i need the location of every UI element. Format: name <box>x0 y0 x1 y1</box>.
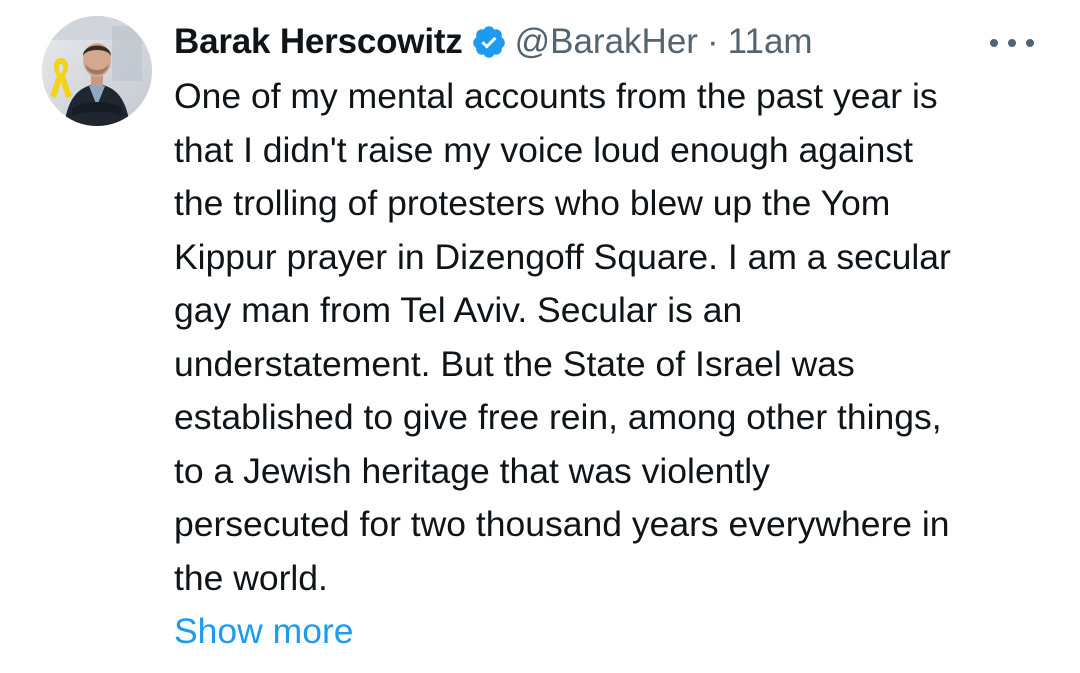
tweet-content: Barak Herscowitz @BarakHer · 11am One of… <box>174 14 1044 659</box>
tweet[interactable]: Barak Herscowitz @BarakHer · 11am One of… <box>0 0 1080 673</box>
tweet-text-line: One of my mental accounts from the past … <box>174 76 938 116</box>
tweet-text-line: gay man from Tel Aviv. Secular is an <box>174 290 743 330</box>
display-name[interactable]: Barak Herscowitz <box>174 22 463 62</box>
more-dot <box>990 39 998 47</box>
tweet-header: Barak Herscowitz @BarakHer · 11am <box>174 14 1044 70</box>
more-options-icon[interactable] <box>990 30 1034 56</box>
user-handle[interactable]: @BarakHer <box>515 22 698 62</box>
tweet-text-line: the trolling of protesters who blew up t… <box>174 183 891 223</box>
more-dot <box>1008 39 1016 47</box>
separator-dot: · <box>706 22 719 61</box>
more-dot <box>1026 39 1034 47</box>
avatar[interactable] <box>42 16 152 126</box>
timestamp[interactable]: 11am <box>728 22 813 62</box>
tweet-text-line: to a Jewish heritage that was violently <box>174 450 770 491</box>
yellow-ribbon-icon <box>50 58 72 98</box>
tweet-text-line: understatement. But the State of Israel … <box>174 343 855 384</box>
show-more-link[interactable]: Show more <box>174 605 354 659</box>
tweet-text-line: the world. <box>174 557 328 598</box>
verified-badge-icon <box>472 26 505 58</box>
tweet-text: One of my mental accounts from the past … <box>174 70 1044 605</box>
tweet-text-line: established to give free rein, among oth… <box>174 397 942 437</box>
tweet-text-line: that I didn't raise my voice loud enough… <box>174 129 913 170</box>
tweet-text-line: Kippur prayer in Dizengoff Square. I am … <box>174 236 951 277</box>
tweet-text-line: persecuted for two thousand years everyw… <box>174 504 950 544</box>
